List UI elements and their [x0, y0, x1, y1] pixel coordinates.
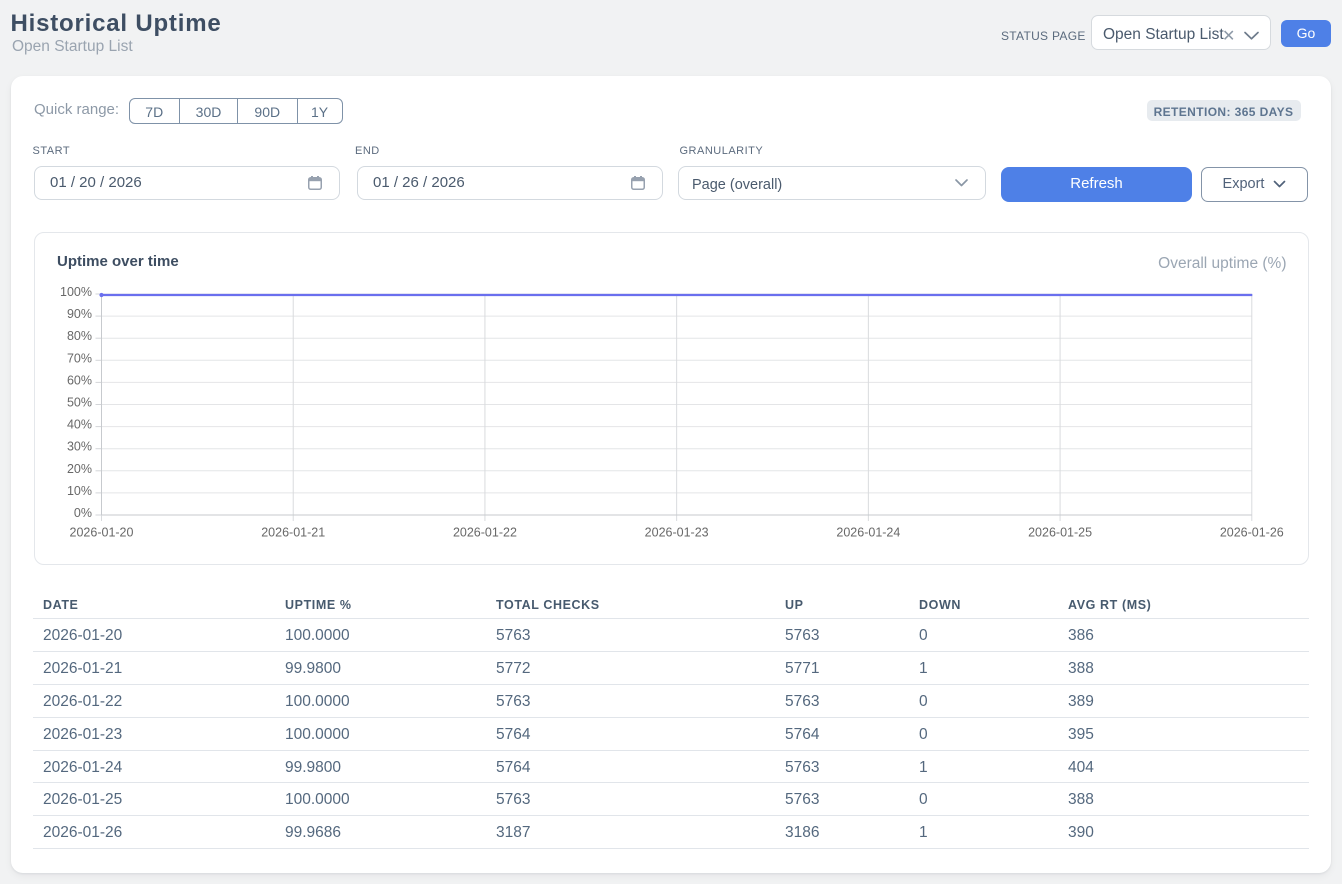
svg-text:2026-01-24: 2026-01-24	[836, 526, 900, 540]
svg-text:0%: 0%	[74, 506, 92, 520]
svg-text:80%: 80%	[67, 329, 92, 343]
svg-text:100%: 100%	[60, 285, 92, 299]
svg-text:2026-01-23: 2026-01-23	[645, 526, 709, 540]
svg-text:30%: 30%	[67, 440, 92, 454]
svg-text:2026-01-25: 2026-01-25	[1028, 526, 1092, 540]
svg-text:60%: 60%	[67, 373, 92, 387]
svg-text:2026-01-21: 2026-01-21	[261, 526, 325, 540]
svg-text:2026-01-22: 2026-01-22	[453, 526, 517, 540]
svg-text:40%: 40%	[67, 418, 92, 432]
svg-text:70%: 70%	[67, 351, 92, 365]
svg-text:2026-01-26: 2026-01-26	[1220, 526, 1284, 540]
svg-text:2026-01-20: 2026-01-20	[70, 526, 134, 540]
svg-text:20%: 20%	[67, 462, 92, 476]
svg-text:90%: 90%	[67, 307, 92, 321]
svg-text:50%: 50%	[67, 396, 92, 410]
svg-text:10%: 10%	[67, 484, 92, 498]
